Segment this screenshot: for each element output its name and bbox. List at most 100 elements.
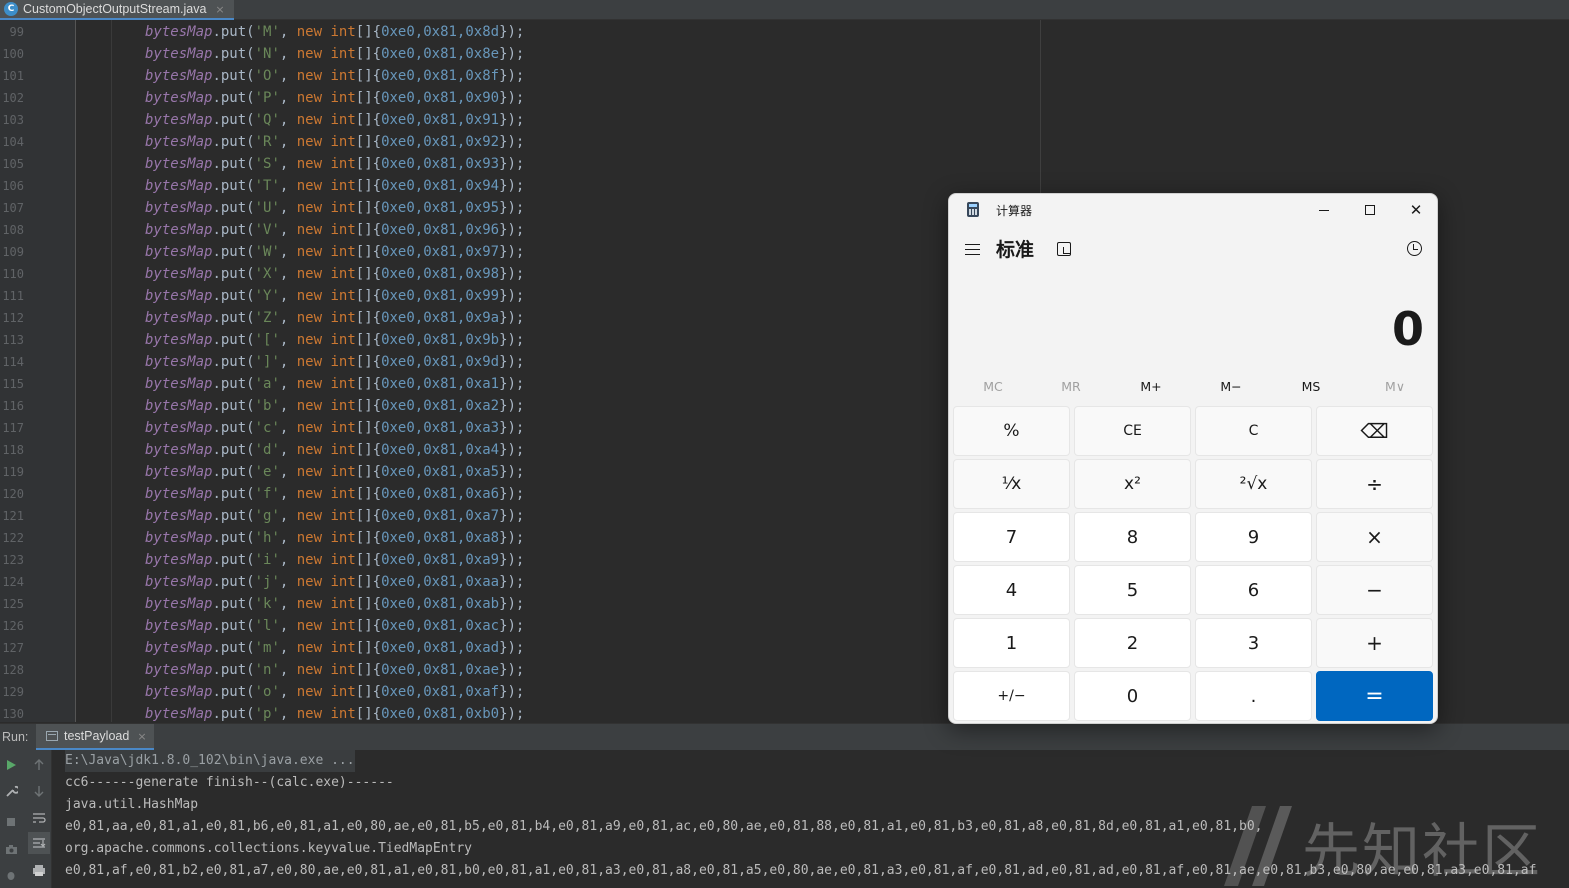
digit-7-button[interactable]: 7 — [953, 512, 1070, 562]
code-punct: []{ — [355, 398, 382, 414]
code-punct: , — [279, 662, 297, 678]
digit-9-button[interactable]: 9 — [1195, 512, 1312, 562]
digit-4-button[interactable]: 4 — [953, 565, 1070, 615]
multiply-button[interactable]: × — [1316, 512, 1433, 562]
keep-on-top-icon[interactable] — [1057, 242, 1071, 256]
stop-icon[interactable] — [0, 811, 22, 833]
equals-button[interactable]: = — [1316, 671, 1433, 721]
code-keyword: new int — [296, 530, 356, 546]
code-punct: }); — [499, 310, 525, 326]
code-variable: bytesMap — [145, 24, 213, 40]
console-output[interactable]: E:\Java\jdk1.8.0_102\bin\java.exe ... cc6… — [53, 750, 1569, 888]
code-line: 123 bytesMap.put('i', new int[]{0xe0,0x81… — [0, 549, 1040, 571]
add-button[interactable]: + — [1316, 618, 1433, 668]
clear-entry-button[interactable]: CE — [1074, 406, 1191, 456]
clear-button[interactable]: C — [1195, 406, 1312, 456]
code-number: 0xe0,0x81,0xa6 — [381, 486, 500, 502]
calculator-window[interactable]: 计算器 ✕ 标准 0 MC MR M+ M− MS M∨ % CE C ⌫ ¹⁄x x² ²√x ÷ 7 8… — [948, 193, 1438, 724]
settings-wrench-icon[interactable] — [0, 780, 22, 802]
code-line: 100 bytesMap.put('N', new int[]{0xe0,0x81… — [0, 43, 1040, 65]
run-tab[interactable]: testPayload × — [36, 724, 154, 750]
code-keyword: new int — [296, 332, 356, 348]
code-char-literal: 'N' — [254, 46, 280, 62]
close-icon[interactable]: × — [215, 3, 224, 16]
line-number: 103 — [2, 113, 24, 127]
soft-wrap-icon[interactable] — [28, 807, 50, 829]
subtract-button[interactable]: − — [1316, 565, 1433, 615]
scroll-down-icon[interactable] — [28, 780, 50, 802]
calculator-title-bar[interactable]: 计算器 ✕ — [949, 194, 1437, 226]
digit-5-button[interactable]: 5 — [1074, 565, 1191, 615]
camera-icon[interactable] — [0, 838, 22, 860]
memory-button-3[interactable]: M− — [1191, 374, 1271, 400]
code-punct: }); — [499, 156, 525, 172]
rerun-up-icon[interactable] — [28, 754, 50, 776]
digit-3-button[interactable]: 3 — [1195, 618, 1312, 668]
code-char-literal: 'b' — [254, 398, 280, 414]
run-icon[interactable] — [0, 754, 22, 776]
close-icon[interactable]: × — [137, 730, 146, 743]
code-line: 110 bytesMap.put('X', new int[]{0xe0,0x81… — [0, 263, 1040, 285]
code-variable: bytesMap — [145, 530, 213, 546]
digit-6-button[interactable]: 6 — [1195, 565, 1312, 615]
close-button[interactable]: ✕ — [1393, 194, 1437, 226]
code-punct: , — [279, 574, 297, 590]
code-variable: bytesMap — [145, 508, 213, 524]
code-keyword: new int — [296, 266, 356, 282]
code-lines: 99 bytesMap.put('M', new int[]{0xe0,0x81,… — [0, 21, 1040, 725]
code-variable: bytesMap — [145, 486, 213, 502]
code-text: bytesMap.put(']', new int[]{0xe0,0x81,0x… — [145, 351, 524, 373]
divide-button[interactable]: ÷ — [1316, 459, 1433, 509]
code-punct: }); — [499, 46, 525, 62]
maximize-button[interactable] — [1347, 194, 1393, 226]
minimize-button[interactable] — [1301, 194, 1347, 226]
debug-icon[interactable] — [0, 864, 22, 886]
code-keyword: new int — [296, 310, 356, 326]
digit-2-button[interactable]: 2 — [1074, 618, 1191, 668]
console-line: org.apache.commons.collections.keyvalue.… — [65, 841, 472, 856]
history-icon[interactable] — [1407, 241, 1422, 256]
negate-button[interactable]: +/− — [953, 671, 1070, 721]
decimal-button[interactable]: . — [1195, 671, 1312, 721]
code-punct: .put( — [212, 508, 255, 524]
memory-button-4[interactable]: MS — [1271, 374, 1351, 400]
code-punct: }); — [499, 376, 525, 392]
square-root-button[interactable]: ²√x — [1195, 459, 1312, 509]
code-punct: , — [279, 442, 297, 458]
code-number: 0xe0,0x81,0x9a — [381, 310, 500, 326]
digit-1-button[interactable]: 1 — [953, 618, 1070, 668]
percent-button[interactable]: % — [953, 406, 1070, 456]
line-number: 128 — [2, 663, 24, 677]
code-punct: , — [279, 156, 297, 172]
code-keyword: new int — [296, 596, 356, 612]
digit-0-button[interactable]: 0 — [1074, 671, 1191, 721]
reciprocal-button[interactable]: ¹⁄x — [953, 459, 1070, 509]
code-line: 117 bytesMap.put('c', new int[]{0xe0,0x81… — [0, 417, 1040, 439]
code-keyword: new int — [296, 662, 356, 678]
code-number: 0xe0,0x81,0x95 — [381, 200, 500, 216]
editor-tab[interactable]: C CustomObjectOutputStream.java × — [0, 0, 234, 20]
line-number: 125 — [2, 597, 24, 611]
memory-button-0[interactable]: MC — [953, 374, 1033, 400]
editor-tab-bar: C CustomObjectOutputStream.java × — [0, 0, 1569, 20]
square-button[interactable]: x² — [1074, 459, 1191, 509]
code-number: 0xe0,0x81,0xad — [381, 640, 500, 656]
code-line: 114 bytesMap.put(']', new int[]{0xe0,0x81… — [0, 351, 1040, 373]
print-icon[interactable] — [28, 859, 50, 881]
code-number: 0xe0,0x81,0x8d — [381, 24, 500, 40]
line-number: 100 — [2, 47, 24, 61]
scroll-to-end-icon[interactable] — [28, 832, 50, 854]
code-punct: []{ — [355, 618, 382, 634]
code-punct: }); — [499, 706, 525, 722]
code-punct: []{ — [355, 46, 382, 62]
digit-8-button[interactable]: 8 — [1074, 512, 1191, 562]
memory-button-5[interactable]: M∨ — [1355, 374, 1435, 400]
code-text: bytesMap.put('P', new int[]{0xe0,0x81,0x… — [145, 87, 524, 109]
memory-button-1[interactable]: MR — [1031, 374, 1111, 400]
code-number: 0xe0,0x81,0x93 — [381, 156, 500, 172]
hamburger-menu-icon[interactable] — [965, 244, 980, 255]
code-text: bytesMap.put('Z', new int[]{0xe0,0x81,0x… — [145, 307, 524, 329]
backspace-button[interactable]: ⌫ — [1316, 406, 1433, 456]
memory-button-2[interactable]: M+ — [1111, 374, 1191, 400]
code-char-literal: '[' — [254, 332, 280, 348]
